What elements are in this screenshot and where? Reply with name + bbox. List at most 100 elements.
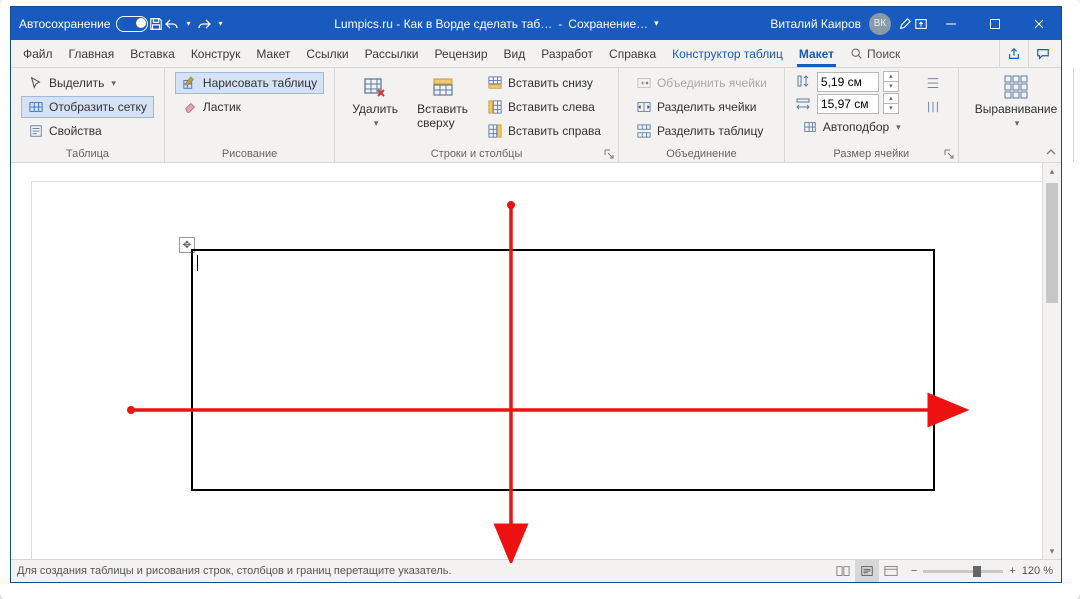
delete-button[interactable]: Удалить▾	[345, 72, 405, 131]
group-rows-columns: Удалить▾ Вставить сверху Вставить снизу …	[335, 68, 619, 162]
column-width-field[interactable]	[817, 94, 879, 114]
tab-review[interactable]: Рецензир	[426, 40, 495, 67]
autofit-icon	[802, 119, 818, 135]
insert-below-button[interactable]: Вставить снизу	[480, 72, 608, 94]
zoom-slider[interactable]	[923, 570, 1003, 573]
gridlines-icon	[28, 99, 44, 115]
properties-button[interactable]: Свойства	[21, 120, 154, 142]
spinner-down-icon[interactable]: ▾	[883, 103, 899, 114]
document-title: Lumpics.ru - Как в Ворде сделать таб… - …	[228, 17, 764, 31]
pen-icon[interactable]	[897, 16, 913, 32]
dialog-launcher-icon[interactable]	[604, 149, 614, 159]
status-bar: Для создания таблицы и рисования строк, …	[11, 559, 1061, 582]
row-height-input[interactable]: ▴▾	[795, 72, 908, 92]
tab-layout[interactable]: Макет	[248, 40, 298, 67]
tab-mailings[interactable]: Рассылки	[357, 40, 427, 67]
ribbon: Выделить▾ Отобразить сетку Свойства Табл…	[11, 68, 1061, 163]
zoom-control[interactable]: − + 120 %	[903, 565, 1061, 577]
scroll-track[interactable]	[1043, 179, 1061, 543]
autofit-button[interactable]: Автоподбор▾	[795, 116, 908, 138]
close-button[interactable]	[1017, 7, 1061, 40]
save-icon[interactable]	[148, 16, 164, 32]
qat-more-icon[interactable]: ▾	[212, 16, 228, 32]
vertical-ruler[interactable]	[11, 181, 32, 559]
tab-developer[interactable]: Разработ	[533, 40, 601, 67]
delete-table-icon	[362, 74, 388, 100]
tab-help[interactable]: Справка	[601, 40, 664, 67]
group-table: Выделить▾ Отобразить сетку Свойства Табл…	[11, 68, 165, 162]
group-merge: Объединить ячейки Разделить ячейки Разде…	[619, 68, 785, 162]
share-button[interactable]	[999, 40, 1028, 67]
tab-insert[interactable]: Вставка	[122, 40, 183, 67]
group-draw: Нарисовать таблицу Ластик Рисование	[165, 68, 335, 162]
split-table-icon	[636, 123, 652, 139]
column-width-input[interactable]: ▴▾	[795, 94, 908, 114]
distribute-rows-button[interactable]	[918, 72, 948, 94]
tab-file[interactable]: Файл	[15, 40, 61, 67]
account-area[interactable]: Виталий Каиров ВК	[764, 13, 897, 35]
tab-table-layout[interactable]: Макет	[791, 40, 842, 67]
undo-more-icon[interactable]: ▾	[180, 16, 196, 32]
cursor-icon	[28, 75, 44, 91]
print-layout-icon[interactable]	[855, 560, 879, 582]
split-table-button[interactable]: Разделить таблицу	[629, 120, 774, 142]
page[interactable]: ✥	[51, 189, 1011, 519]
collapse-ribbon-icon[interactable]	[1045, 146, 1057, 158]
undo-icon[interactable]	[164, 16, 180, 32]
tell-me-search[interactable]: Поиск	[842, 40, 908, 67]
app-window: Автосохранение ▾ ▾ Lumpics.ru - Как в Во…	[10, 6, 1062, 583]
eraser-button[interactable]: Ластик	[175, 96, 324, 118]
insert-left-button[interactable]: Вставить слева	[480, 96, 608, 118]
zoom-out-icon[interactable]: −	[911, 565, 917, 577]
group-label: Таблица	[66, 148, 109, 160]
comments-button[interactable]	[1028, 40, 1057, 67]
ribbon-tabs: Файл Главная Вставка Конструк Макет Ссыл…	[11, 40, 1061, 68]
eraser-icon	[182, 99, 198, 115]
select-button[interactable]: Выделить▾	[21, 72, 154, 94]
vertical-scrollbar[interactable]: ▴ ▾	[1042, 163, 1061, 559]
dialog-launcher-icon[interactable]	[944, 149, 954, 159]
autosave-toggle[interactable]: Автосохранение	[19, 16, 148, 32]
group-label: Рисование	[222, 148, 277, 160]
redo-icon[interactable]	[196, 16, 212, 32]
distribute-cols-icon	[925, 99, 941, 115]
row-height-field[interactable]	[817, 72, 879, 92]
alignment-button[interactable]: Выравнивание▾	[969, 72, 1064, 131]
insert-right-button[interactable]: Вставить справа	[480, 120, 608, 142]
distribute-cols-button[interactable]	[918, 96, 948, 118]
search-icon	[850, 47, 863, 60]
merge-icon	[636, 75, 652, 91]
tab-home[interactable]: Главная	[61, 40, 123, 67]
group-data: Данные▾	[1074, 68, 1080, 162]
distribute-rows-icon	[925, 75, 941, 91]
tab-design[interactable]: Конструк	[183, 40, 249, 67]
split-cells-button[interactable]: Разделить ячейки	[629, 96, 774, 118]
merge-cells-button: Объединить ячейки	[629, 72, 774, 94]
draw-table-button[interactable]: Нарисовать таблицу	[175, 72, 324, 94]
maximize-button[interactable]	[973, 7, 1017, 40]
pencil-table-icon	[182, 75, 198, 91]
scroll-thumb[interactable]	[1046, 183, 1058, 303]
minimize-button[interactable]	[929, 7, 973, 40]
tab-references[interactable]: Ссылки	[298, 40, 356, 67]
web-layout-icon[interactable]	[879, 560, 903, 582]
user-name: Виталий Каиров	[770, 17, 861, 31]
horizontal-ruler[interactable]	[31, 163, 1043, 182]
view-gridlines-button[interactable]: Отобразить сетку	[21, 96, 154, 118]
tab-table-design[interactable]: Конструктор таблиц	[664, 40, 791, 67]
group-label: Объединение	[666, 148, 736, 160]
zoom-in-icon[interactable]: +	[1009, 565, 1015, 577]
width-icon	[795, 96, 813, 112]
tab-view[interactable]: Вид	[496, 40, 534, 67]
read-mode-icon[interactable]	[831, 560, 855, 582]
table-cell[interactable]	[191, 249, 935, 491]
scroll-down-icon[interactable]: ▾	[1043, 543, 1061, 559]
insert-above-button[interactable]: Вставить сверху	[411, 72, 474, 132]
insert-right-icon	[487, 123, 503, 139]
zoom-value[interactable]: 120 %	[1022, 565, 1053, 577]
title-bar: Автосохранение ▾ ▾ Lumpics.ru - Как в Во…	[11, 7, 1061, 40]
avatar: ВК	[869, 13, 891, 35]
scroll-up-icon[interactable]: ▴	[1043, 163, 1061, 179]
spinner-down-icon[interactable]: ▾	[883, 81, 899, 92]
ribbon-display-icon[interactable]	[913, 16, 929, 32]
